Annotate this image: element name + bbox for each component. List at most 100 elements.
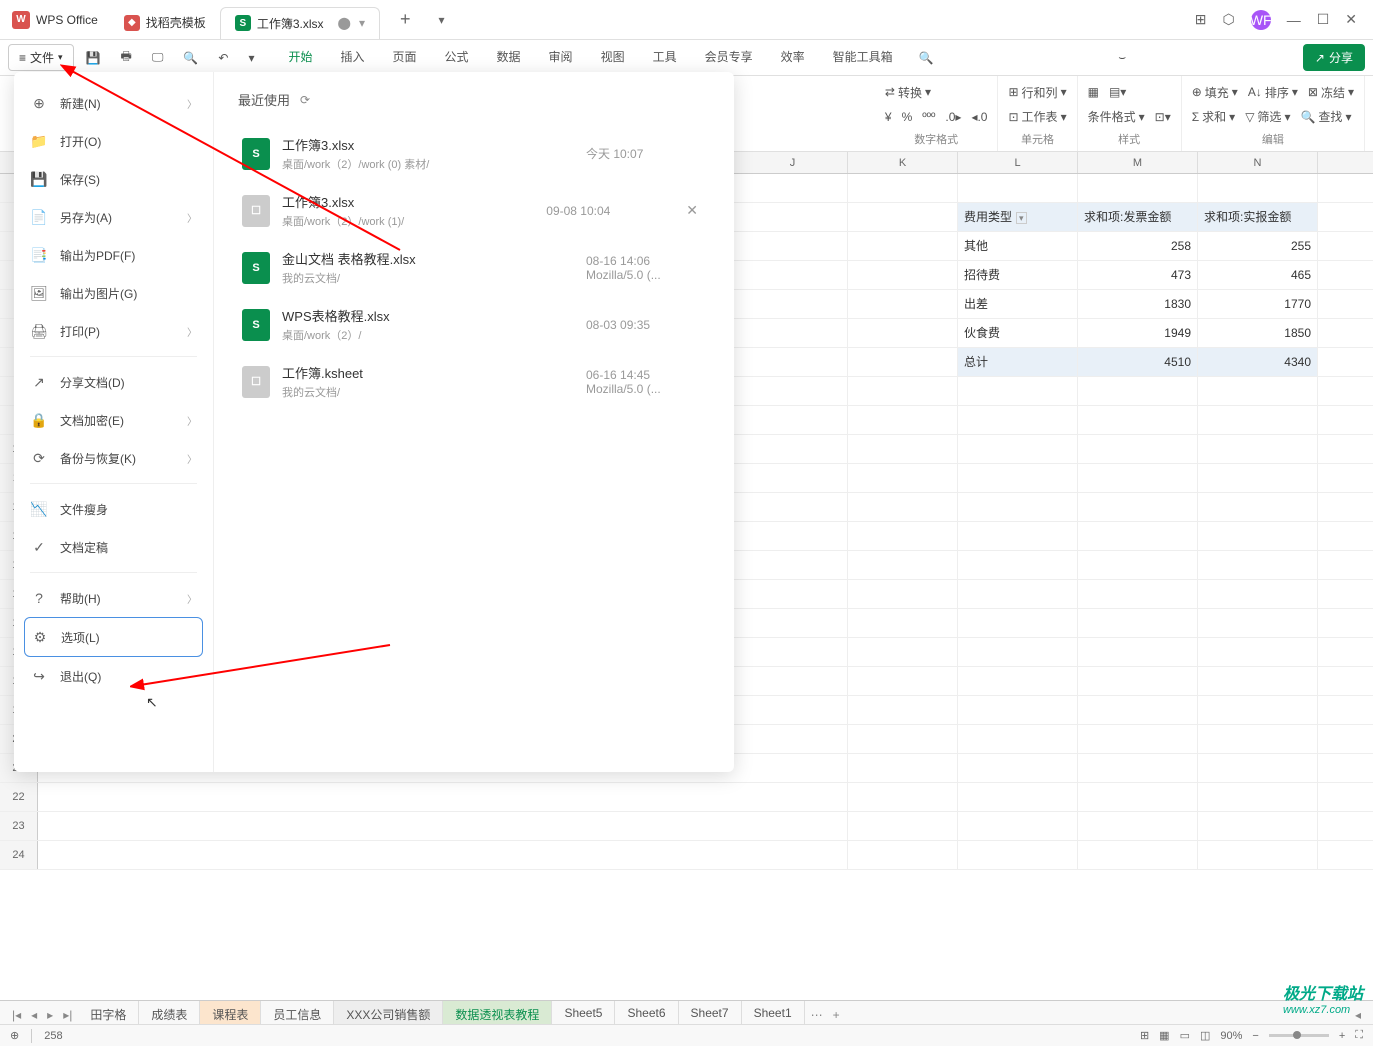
cell[interactable] [848,522,958,550]
apps-icon[interactable]: ⊞ [1195,11,1207,28]
template-tab[interactable]: ◆ 找稻壳模板 [110,7,220,39]
maximize-button[interactable]: ☐ [1317,11,1330,28]
percent-button[interactable]: % [902,110,913,124]
file-menu-item-2[interactable]: 💾保存(S) [14,160,213,198]
cell[interactable] [738,580,848,608]
cell[interactable] [738,696,848,724]
cell[interactable]: 伙食费 [958,319,1078,347]
file-menu-item-10[interactable]: 📉文件瘦身 [14,490,213,528]
cell[interactable] [1198,841,1318,869]
cell[interactable] [1198,725,1318,753]
menu-tab-3[interactable]: 公式 [431,40,483,75]
menu-tab-8[interactable]: 会员专享 [691,40,767,75]
condfmt-button[interactable]: 条件格式▾ [1088,108,1145,125]
cell[interactable] [1198,493,1318,521]
menu-tab-1[interactable]: 插入 [326,40,378,75]
file-menu-item-5[interactable]: 🖼输出为图片(G) [14,274,213,312]
currency-button[interactable]: ¥ [885,110,892,124]
freeze-button[interactable]: ⊠ 冻结 ▾ [1308,84,1354,101]
col-header-K[interactable]: K [848,152,958,173]
preview-button[interactable]: 🖵 [144,46,172,69]
new-tab-button[interactable]: + [392,9,419,30]
recent-item-4[interactable]: ☐ 工作簿.ksheet我的云文档/ 06-16 14:45Mozilla/5.… [238,353,710,410]
fullscreen-icon[interactable]: ⛶ [1355,1029,1363,1042]
row-header-24[interactable]: 24 [0,841,38,869]
cell[interactable] [1078,841,1198,869]
cell[interactable]: 其他 [958,232,1078,260]
file-menu-item-9[interactable]: ⟳备份与恢复(K)〉 [14,439,213,477]
row-header-23[interactable]: 23 [0,812,38,840]
cell[interactable] [1078,174,1198,202]
cell[interactable]: 招待费 [958,261,1078,289]
cell[interactable] [1078,435,1198,463]
cell[interactable] [848,319,958,347]
menu-tab-9[interactable]: 效率 [767,40,819,75]
cell[interactable] [1198,609,1318,637]
cell[interactable] [1198,783,1318,811]
cell[interactable]: 4510 [1078,348,1198,376]
col-header-M[interactable]: M [1078,152,1198,173]
cell[interactable] [958,667,1078,695]
avatar-icon[interactable]: WF [1251,10,1271,30]
sheet-nav-next[interactable]: ▸ [43,1008,57,1022]
menu-tab-6[interactable]: 视图 [587,40,639,75]
convert-button[interactable]: ⇄ 转换 ▾ [885,84,931,101]
cell[interactable] [958,638,1078,666]
cell[interactable] [1198,522,1318,550]
style-icon[interactable]: ▤▾ [1109,85,1126,99]
cell[interactable]: 1770 [1198,290,1318,318]
cell[interactable] [958,609,1078,637]
sort-button[interactable]: A↓ 排序 ▾ [1248,84,1298,101]
file-menu-item-1[interactable]: 📁打开(O) [14,122,213,160]
cell[interactable]: 1830 [1078,290,1198,318]
cell[interactable] [1078,406,1198,434]
cell[interactable] [1078,464,1198,492]
recent-item-3[interactable]: S WPS表格教程.xlsx桌面/work（2）/ 08-03 09:35 [238,296,710,353]
cell[interactable] [738,522,848,550]
zoom-in-button[interactable]: + [1339,1030,1345,1042]
box-icon[interactable]: ⬡ [1222,11,1234,28]
cell[interactable] [738,348,848,376]
sum-button[interactable]: Σ 求和 ▾ [1192,108,1235,125]
cell[interactable] [848,725,958,753]
cell[interactable] [848,551,958,579]
cell[interactable] [958,841,1078,869]
cell[interactable] [738,435,848,463]
tab-menu-button[interactable]: ▾ [430,13,452,27]
row-header-22[interactable]: 22 [0,783,38,811]
cell[interactable] [738,783,848,811]
file-menu-item-7[interactable]: ↗分享文档(D) [14,363,213,401]
file-menu-item-14[interactable]: ↪退出(Q) [14,657,213,695]
cell[interactable] [848,174,958,202]
cell[interactable] [1198,406,1318,434]
cell[interactable] [738,261,848,289]
sheet-add[interactable]: + [829,1008,844,1022]
col-header-J[interactable]: J [738,152,848,173]
cell[interactable]: 465 [1198,261,1318,289]
cell[interactable] [848,812,958,840]
cell[interactable] [958,435,1078,463]
cell[interactable] [958,406,1078,434]
cell[interactable] [738,203,848,231]
file-menu-button[interactable]: ≡ 文件 ▾ [8,44,74,71]
cell[interactable] [958,783,1078,811]
tab-dot-icon[interactable]: ⬤ [338,16,351,30]
cell[interactable] [958,754,1078,782]
cell[interactable] [738,551,848,579]
cell[interactable] [848,638,958,666]
cell[interactable] [738,725,848,753]
cell[interactable] [738,638,848,666]
view-reading-icon[interactable]: ◫ [1200,1029,1210,1042]
cell[interactable] [1078,522,1198,550]
zoom-out-button[interactable]: − [1252,1030,1258,1042]
print-button[interactable]: 🖶 [113,43,140,72]
cell[interactable] [958,377,1078,405]
refresh-icon[interactable]: ⟳ [300,93,310,107]
cell[interactable] [848,754,958,782]
cell[interactable] [1078,609,1198,637]
cell[interactable] [848,841,958,869]
cell[interactable] [1198,174,1318,202]
inc-dec-button[interactable]: .0▸ [945,110,961,124]
file-menu-item-8[interactable]: 🔒文档加密(E)〉 [14,401,213,439]
cell[interactable] [1198,580,1318,608]
